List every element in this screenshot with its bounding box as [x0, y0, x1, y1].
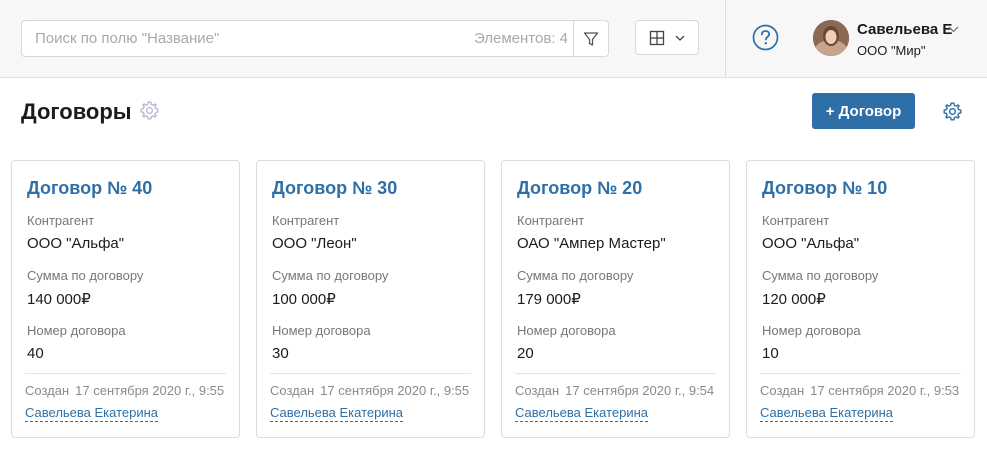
chevron-down-icon	[675, 35, 685, 41]
counterparty-value: ООО "Альфа"	[27, 235, 125, 252]
amount-value: 179 000₽	[517, 291, 581, 308]
help-button[interactable]	[752, 24, 779, 51]
created-date: 17 сентября 2020 г., 9:55	[75, 383, 225, 398]
number-label: Номер договора	[272, 323, 371, 338]
contract-card[interactable]: Договор № 10 Контрагент ООО "Альфа" Сумм…	[746, 160, 975, 438]
user-name[interactable]: Савельева Е	[857, 21, 952, 38]
top-bar: Элементов: 4 Савелье	[0, 0, 987, 78]
user-menu-chevron-icon[interactable]	[948, 26, 959, 33]
created-label: Создан	[515, 383, 560, 398]
author-link[interactable]: Савельева Екатерина	[760, 405, 894, 422]
amount-label: Сумма по договору	[517, 268, 634, 283]
card-divider	[760, 373, 961, 374]
card-title[interactable]: Договор № 40	[27, 178, 152, 199]
amount-label: Сумма по договору	[762, 268, 879, 283]
counterparty-value: ОАО "Ампер Мастер"	[517, 235, 666, 252]
counterparty-label: Контрагент	[272, 213, 340, 228]
card-title[interactable]: Договор № 30	[272, 178, 397, 199]
card-divider	[270, 373, 471, 374]
number-value: 20	[517, 345, 534, 362]
author-link[interactable]: Савельева Екатерина	[25, 405, 159, 422]
counterparty-value: ООО "Леон"	[272, 235, 357, 252]
author-link[interactable]: Савельева Екатерина	[270, 405, 404, 422]
filter-icon	[583, 31, 599, 46]
number-label: Номер договора	[517, 323, 616, 338]
amount-value: 100 000₽	[272, 291, 336, 308]
help-circle-icon	[752, 24, 779, 51]
created-label: Создан	[25, 383, 70, 398]
author-link[interactable]: Савельева Екатерина	[515, 405, 649, 422]
card-divider	[515, 373, 716, 374]
search-count: Элементов: 4	[473, 30, 568, 47]
view-mode-button[interactable]	[635, 20, 699, 55]
title-gear-icon[interactable]	[139, 100, 160, 121]
created-line: Создан 17 сентября 2020 г., 9:54	[515, 383, 714, 398]
search-input[interactable]	[22, 21, 472, 56]
user-company: ООО "Мир"	[857, 43, 926, 58]
counterparty-value: ООО "Альфа"	[762, 235, 860, 252]
add-contract-button[interactable]: + Договор	[812, 93, 915, 129]
contract-card[interactable]: Договор № 20 Контрагент ОАО "Ампер Масте…	[501, 160, 730, 438]
number-value: 40	[27, 345, 44, 362]
created-line: Создан 17 сентября 2020 г., 9:55	[270, 383, 469, 398]
amount-value: 120 000₽	[762, 291, 826, 308]
created-date: 17 сентября 2020 г., 9:53	[810, 383, 960, 398]
grid-view-icon	[649, 30, 665, 45]
counterparty-label: Контрагент	[517, 213, 585, 228]
page-title: Договоры	[21, 99, 132, 124]
counterparty-label: Контрагент	[27, 213, 95, 228]
created-date: 17 сентября 2020 г., 9:54	[565, 383, 715, 398]
amount-value: 140 000₽	[27, 291, 91, 308]
filter-button[interactable]	[573, 21, 608, 56]
card-divider	[25, 373, 226, 374]
gear-icon[interactable]	[942, 101, 963, 122]
created-date: 17 сентября 2020 г., 9:55	[320, 383, 470, 398]
header-divider	[725, 0, 726, 78]
contract-card[interactable]: Договор № 40 Контрагент ООО "Альфа" Сумм…	[11, 160, 240, 438]
contract-card[interactable]: Договор № 30 Контрагент ООО "Леон" Сумма…	[256, 160, 485, 438]
card-title[interactable]: Договор № 20	[517, 178, 642, 199]
counterparty-label: Контрагент	[762, 213, 830, 228]
amount-label: Сумма по договору	[27, 268, 144, 283]
card-title[interactable]: Договор № 10	[762, 178, 887, 199]
created-label: Создан	[270, 383, 315, 398]
number-value: 10	[762, 345, 779, 362]
created-line: Создан 17 сентября 2020 г., 9:55	[25, 383, 224, 398]
amount-label: Сумма по договору	[272, 268, 389, 283]
number-value: 30	[272, 345, 289, 362]
search-box: Элементов: 4	[21, 20, 609, 57]
created-label: Создан	[760, 383, 805, 398]
created-line: Создан 17 сентября 2020 г., 9:53	[760, 383, 959, 398]
number-label: Номер договора	[27, 323, 126, 338]
avatar[interactable]	[813, 20, 849, 56]
number-label: Номер договора	[762, 323, 861, 338]
